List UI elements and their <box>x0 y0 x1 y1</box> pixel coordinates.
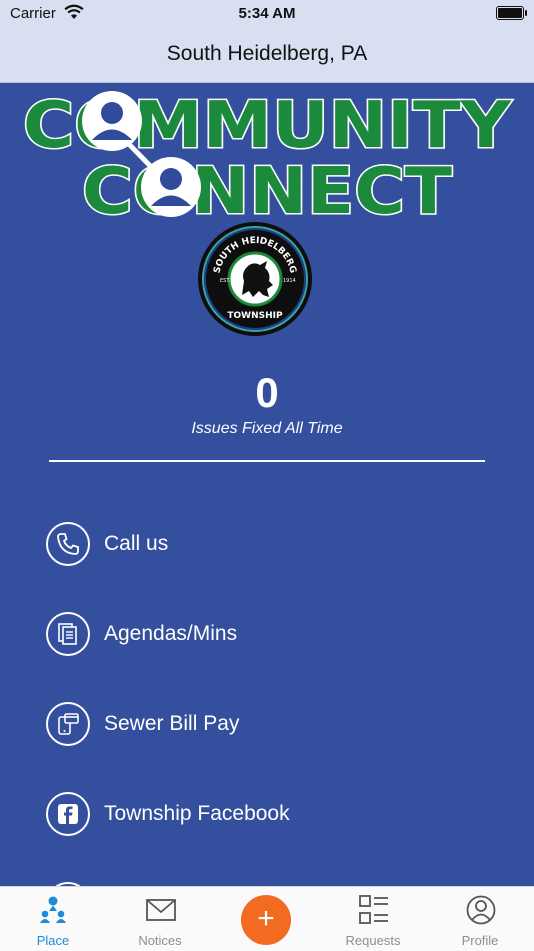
nav-bar: South Heidelberg, PA <box>0 28 534 83</box>
sewer-bill-pay-link[interactable]: Sewer Bill Pay <box>46 702 486 748</box>
tab-bar: Place Notices + Requests Profile <box>0 886 534 951</box>
link-label: Township Facebook <box>104 802 290 825</box>
svg-text:1914: 1914 <box>283 278 296 284</box>
call-us-link[interactable]: Call us <box>46 522 486 568</box>
tab-place[interactable]: Place <box>0 887 106 951</box>
tab-label: Profile <box>461 933 499 948</box>
township-facebook-link[interactable]: Township Facebook <box>46 792 486 838</box>
page-title: South Heidelberg, PA <box>166 42 368 65</box>
main-content: COMMUNITY CONNECT SOUTH HEIDELBERG EST. … <box>0 83 534 886</box>
clock: 5:34 AM <box>238 5 296 22</box>
mobile-payment-icon <box>46 702 90 746</box>
link-label: Agendas/Mins <box>104 622 238 645</box>
tab-label: Requests <box>345 933 401 948</box>
tab-label: Notices <box>138 933 182 948</box>
person-icon <box>141 157 201 217</box>
svg-text:EST.: EST. <box>220 278 231 284</box>
tab-label: Place <box>36 933 70 948</box>
agendas-mins-link[interactable]: Agendas/Mins <box>46 612 486 658</box>
link-label: Call us <box>104 532 169 555</box>
add-request-button[interactable]: + <box>241 895 291 945</box>
community-connect-logo: COMMUNITY CONNECT <box>22 88 514 224</box>
profile-icon <box>466 895 496 925</box>
logo-line2: CONNECT <box>82 155 452 223</box>
facebook-icon <box>46 792 90 836</box>
divider <box>49 460 485 462</box>
tab-requests[interactable]: Requests <box>320 887 426 951</box>
phone-icon <box>46 522 90 566</box>
tab-profile[interactable]: Profile <box>427 887 533 951</box>
link-label: Sewer Bill Pay <box>104 712 240 735</box>
person-icon <box>82 91 142 151</box>
tab-notices[interactable]: Notices <box>107 887 213 951</box>
status-bar: Carrier 5:34 AM <box>0 0 534 28</box>
battery-icon <box>496 6 527 20</box>
place-people-icon <box>40 896 66 923</box>
issues-fixed-label: Issues Fixed All Time <box>191 420 343 437</box>
list-icon <box>359 895 388 924</box>
svg-text:TOWNSHIP: TOWNSHIP <box>227 311 283 321</box>
envelope-icon <box>146 899 176 921</box>
township-seal-logo: SOUTH HEIDELBERG EST. 1914 TOWNSHIP <box>198 222 312 336</box>
issues-fixed-count: 0 <box>255 369 279 416</box>
documents-icon <box>46 612 90 656</box>
